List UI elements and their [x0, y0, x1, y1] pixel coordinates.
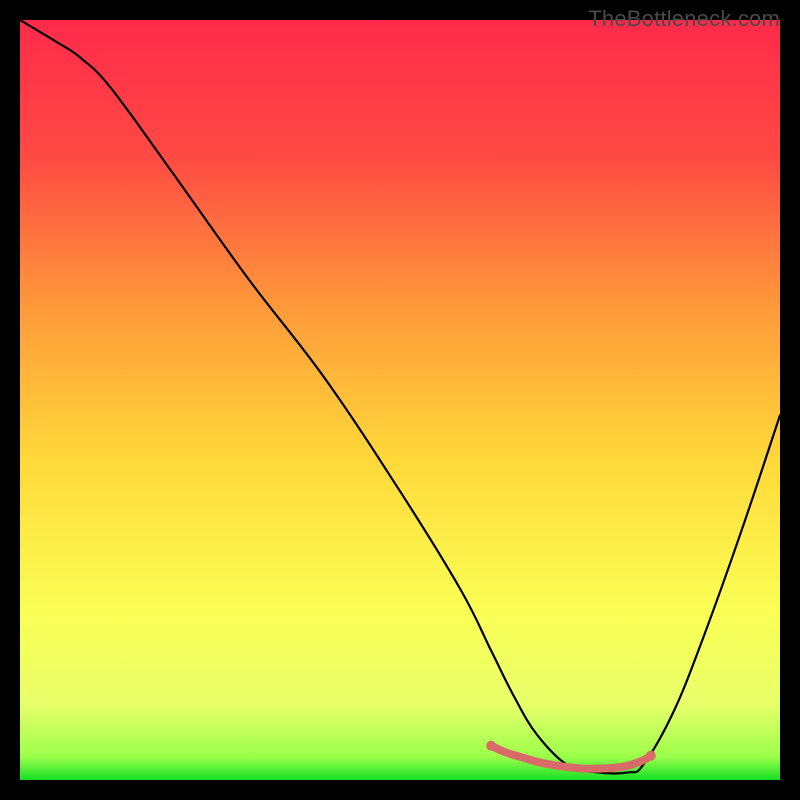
gradient-background [20, 20, 780, 780]
optimal-band-endpoint [646, 751, 656, 761]
watermark-text: TheBottleneck.com [588, 6, 780, 32]
chart-container: { "watermark": "TheBottleneck.com", "cha… [0, 0, 800, 800]
chart-plot [20, 20, 780, 780]
optimal-band-endpoint [486, 741, 496, 751]
